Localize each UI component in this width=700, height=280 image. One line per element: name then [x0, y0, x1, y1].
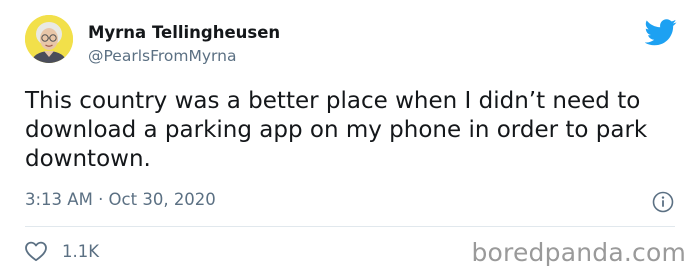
avatar-photo [25, 15, 73, 63]
divider [25, 226, 675, 227]
info-icon[interactable] [652, 191, 674, 213]
avatar[interactable] [25, 15, 73, 63]
author-display-name[interactable]: Myrna Tellingheusen [88, 23, 280, 42]
author-handle[interactable]: @PearlsFromMyrna [88, 47, 236, 65]
like-count[interactable]: 1.1K [62, 242, 99, 261]
tweet-timestamp[interactable]: 3:13 AM · Oct 30, 2020 [25, 190, 216, 209]
twitter-bird-icon[interactable] [645, 19, 677, 46]
watermark: boredpanda.com [471, 238, 686, 267]
tweet-text: This country was a better place when I d… [25, 88, 648, 172]
heart-icon[interactable] [24, 240, 48, 262]
